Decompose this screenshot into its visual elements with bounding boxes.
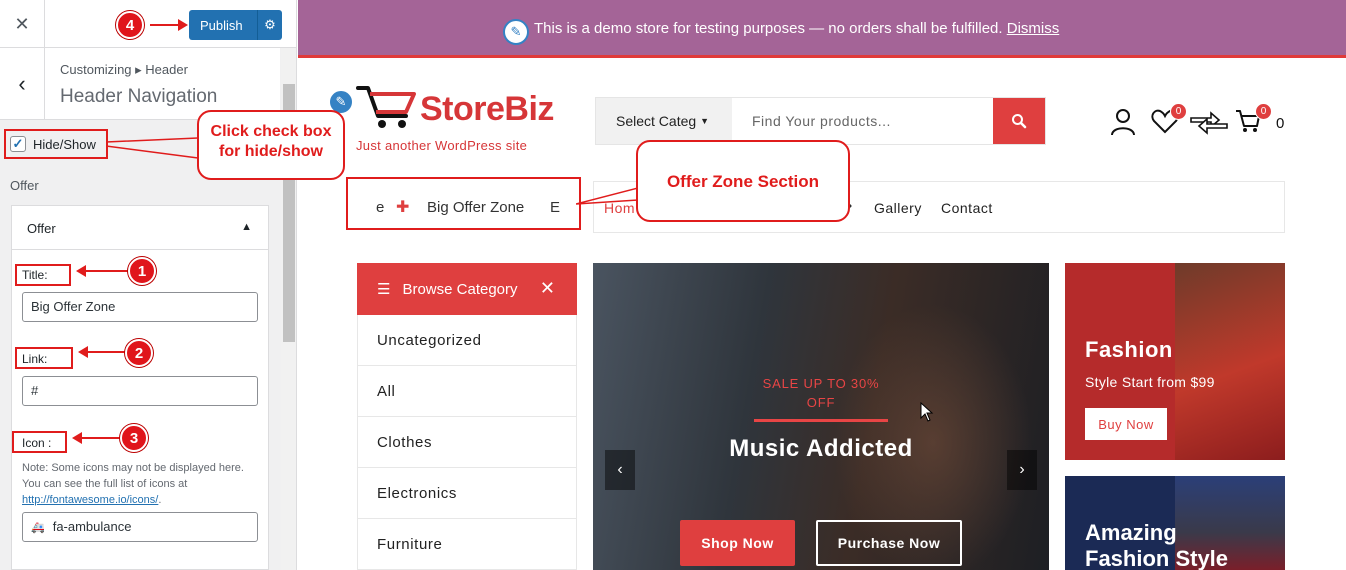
site-logo[interactable]: StoreBiz [356, 82, 554, 137]
step-3-marker: 3 [120, 424, 148, 452]
title-label-highlight [15, 264, 71, 286]
breadcrumb: Customizing ▸ Header [60, 62, 188, 77]
icon-input[interactable]: 🚑 fa-ambulance [22, 512, 258, 542]
promo-subtitle: Style Start from $99 [1085, 374, 1215, 390]
category-select-label: Select Categ [616, 113, 697, 129]
back-arrow-icon[interactable]: ‹ [0, 48, 45, 120]
step-1-marker: 1 [128, 257, 156, 285]
mouse-pointer-icon [920, 402, 934, 422]
callout-pointer [106, 137, 199, 159]
list-icon: ☰ [377, 281, 391, 298]
hide-show-callout: Click check box for hide/show [197, 110, 345, 180]
category-item-all[interactable]: All [357, 366, 577, 417]
offer-group-label: Offer [10, 178, 39, 193]
user-account-icon[interactable] [1110, 108, 1136, 143]
demo-store-notice: ✎ This is a demo store for testing purpo… [298, 0, 1346, 58]
buy-now-button[interactable]: Buy Now [1085, 408, 1167, 440]
browse-category-label: Browse Category [402, 280, 518, 298]
icon-label-highlight [12, 431, 67, 453]
wishlist-count-badge: 0 [1170, 103, 1187, 120]
category-select[interactable]: Select Categ ▼ [596, 98, 732, 144]
close-icon[interactable]: ✕ [540, 278, 555, 299]
close-customizer-icon[interactable]: ✕ [0, 0, 45, 48]
compare-arrows-icon[interactable] [1189, 108, 1229, 143]
product-search: Select Categ ▼ Find Your products... [595, 97, 1046, 145]
link-input[interactable]: # [22, 376, 258, 406]
screen: ✕ Publish ⚙ ‹ Customizing ▸ Header Heade… [0, 0, 1346, 570]
section-title: Header Navigation [60, 86, 218, 107]
nav-item-gallery[interactable]: Gallery [874, 200, 922, 216]
step-4-arrow-head [178, 19, 188, 31]
hide-show-highlight [4, 129, 108, 159]
step-4-arrow [150, 24, 180, 26]
site-tagline: Just another WordPress site [356, 138, 528, 153]
category-item-electronics[interactable]: Electronics [357, 468, 577, 519]
icon-note-end: . [158, 494, 162, 506]
offer-panel-title: Offer [27, 221, 56, 236]
publish-button[interactable]: Publish ⚙ [189, 10, 282, 40]
notice-text: This is a demo store for testing purpose… [534, 20, 1003, 37]
notice-text-row: This is a demo store for testing purpose… [534, 20, 1059, 37]
category-list: Uncategorized All Clothes Electronics Fu… [357, 315, 577, 570]
shop-now-button[interactable]: Shop Now [680, 520, 795, 566]
search-input[interactable]: Find Your products... [732, 98, 993, 144]
promo2-title: Amazing Fashion Style [1085, 520, 1229, 570]
customizer-header: ✕ Publish ⚙ [0, 0, 296, 48]
browse-category-header[interactable]: ☰ Browse Category ✕ [357, 263, 577, 315]
fashion-model-photo [1175, 263, 1285, 460]
offer-zone-callout: Offer Zone Section [636, 140, 850, 222]
step-2-marker: 2 [125, 339, 153, 367]
dismiss-link[interactable]: Dismiss [1007, 20, 1060, 37]
title-input[interactable]: Big Offer Zone [22, 292, 258, 322]
fashion-promo-banner[interactable]: Fashion Style Start from $99 Buy Now [1065, 263, 1285, 460]
step-2-arrow [86, 351, 126, 353]
ambulance-icon: 🚑 [31, 522, 45, 534]
category-item-furniture[interactable]: Furniture [357, 519, 577, 570]
step-3-arrow [80, 437, 120, 439]
cart-logo-icon [356, 86, 416, 128]
logo-text: StoreBiz [420, 90, 554, 128]
caret-down-icon: ▼ [700, 116, 710, 126]
search-button[interactable] [993, 98, 1045, 144]
site-preview: ✎ This is a demo store for testing purpo… [298, 0, 1346, 570]
edit-pencil-icon[interactable]: ✎ [503, 19, 529, 45]
nav-item-contact[interactable]: Contact [941, 200, 993, 216]
category-item-clothes[interactable]: Clothes [357, 417, 577, 468]
hero-heading: Music Addicted [729, 435, 913, 462]
cart-count-badge: 0 [1255, 103, 1272, 120]
slider-prev-icon[interactable]: ‹ [605, 450, 635, 490]
search-icon [1012, 114, 1027, 129]
step-4-marker: 4 [116, 11, 144, 39]
step-1-arrow [84, 270, 129, 272]
purchase-now-button[interactable]: Purchase Now [816, 520, 962, 566]
hero-slider: SALE UP TO 30% OFF Music Addicted ‹ › Sh… [593, 263, 1049, 570]
hero-sale-text: SALE UP TO 30% OFF [762, 376, 880, 410]
category-item-uncategorized[interactable]: Uncategorized [357, 315, 577, 366]
offer-callout-pointer [576, 187, 639, 205]
icon-note-text: Note: Some icons may not be displayed he… [22, 462, 244, 490]
icon-note: Note: Some icons may not be displayed he… [22, 460, 252, 508]
fontawesome-link[interactable]: http://fontawesome.io/icons/ [22, 494, 158, 506]
cart-total: 0 [1276, 115, 1285, 132]
offer-zone-highlight [346, 177, 581, 230]
amazing-fashion-banner[interactable]: Amazing Fashion Style [1065, 476, 1285, 570]
icon-value: fa-ambulance [52, 519, 132, 534]
publish-label: Publish [200, 17, 243, 33]
link-label-highlight [15, 347, 73, 369]
gear-icon[interactable]: ⚙ [257, 10, 282, 40]
triangle-up-icon: ▲ [241, 221, 252, 233]
offer-panel-toggle[interactable]: Offer ▲ [12, 206, 268, 250]
hero-divider [754, 419, 888, 422]
slider-next-icon[interactable]: › [1007, 450, 1037, 490]
promo-title: Fashion [1085, 337, 1173, 362]
